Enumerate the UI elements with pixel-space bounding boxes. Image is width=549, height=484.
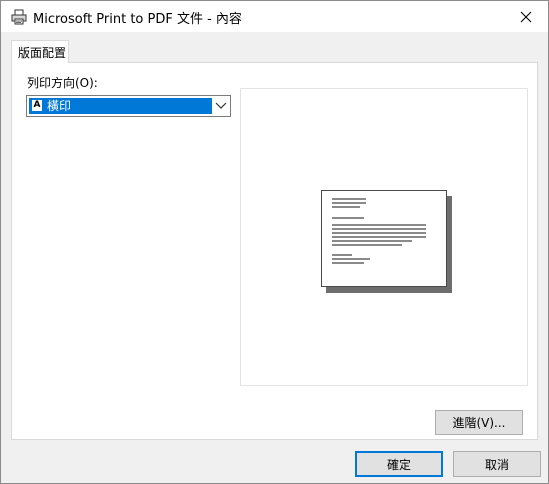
close-icon bbox=[520, 11, 532, 22]
tab-layout-label: 版面配置 bbox=[18, 46, 67, 60]
orientation-select[interactable]: A 橫印 bbox=[26, 95, 231, 117]
ok-button[interactable]: 確定 bbox=[355, 451, 443, 477]
cancel-button[interactable]: 取消 bbox=[453, 451, 541, 477]
orientation-selected-value: A 橫印 bbox=[29, 98, 212, 114]
window-title: Microsoft Print to PDF 文件 - 內容 bbox=[33, 12, 242, 27]
close-button[interactable] bbox=[504, 1, 548, 32]
page-preview bbox=[240, 88, 528, 386]
print-properties-dialog: Microsoft Print to PDF 文件 - 內容 版面配置 列印方向… bbox=[0, 0, 549, 484]
landscape-orientation-icon: A bbox=[32, 100, 42, 111]
landscape-page-thumbnail bbox=[321, 190, 447, 287]
tab-layout[interactable]: 版面配置 bbox=[11, 40, 69, 63]
orientation-label: 列印方向(O): bbox=[27, 76, 98, 90]
printer-icon bbox=[11, 9, 27, 25]
title-bar: Microsoft Print to PDF 文件 - 內容 bbox=[1, 1, 548, 32]
chevron-down-icon[interactable] bbox=[215, 101, 227, 111]
advanced-button[interactable]: 進階(V)... bbox=[435, 410, 523, 435]
orientation-value: 橫印 bbox=[47, 99, 72, 113]
